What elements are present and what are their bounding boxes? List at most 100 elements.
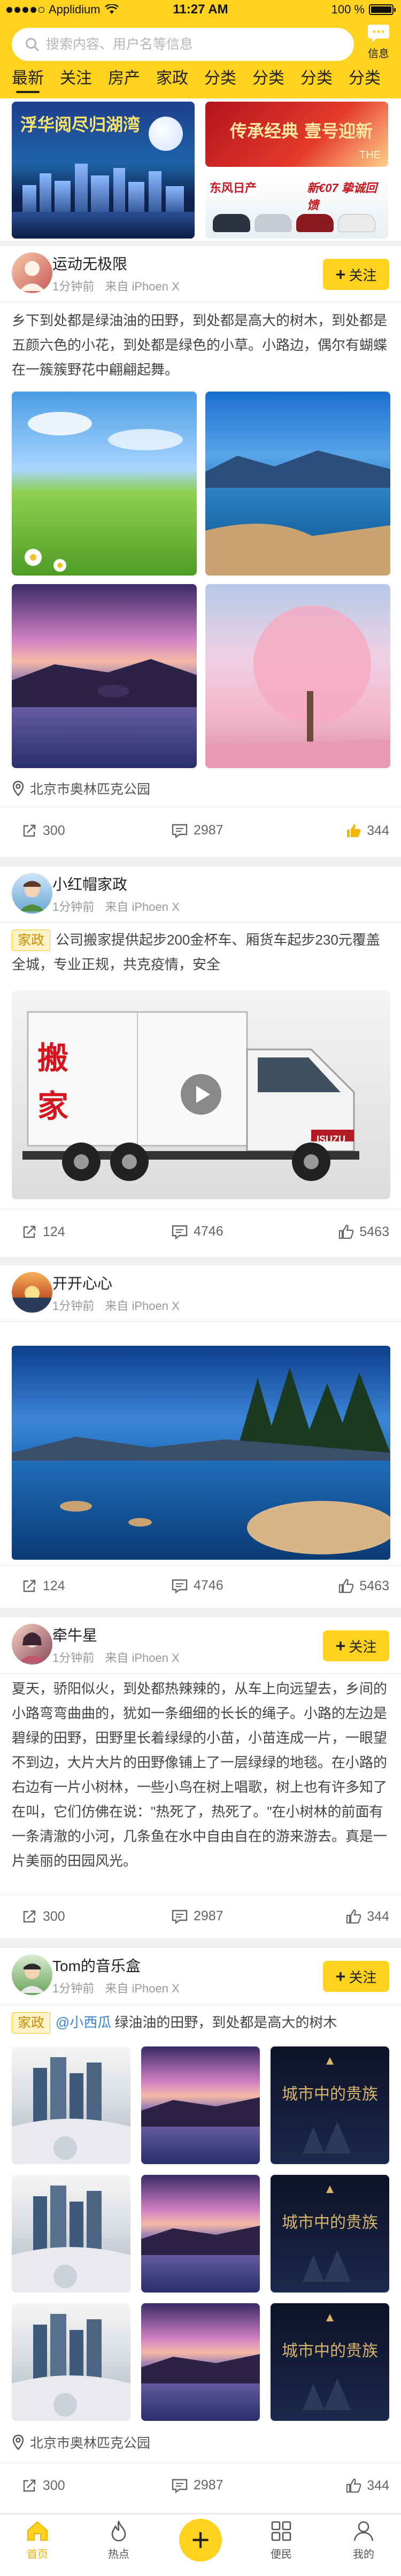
plus-icon: + bbox=[335, 1636, 346, 1655]
tab-category[interactable]: 分类 bbox=[204, 65, 236, 93]
comment-button[interactable]: 2987 bbox=[171, 2478, 223, 2493]
post-image[interactable] bbox=[205, 392, 390, 576]
post-video[interactable]: 搬家 ISUZU bbox=[12, 991, 390, 1199]
post-meta: 1分钟前 来自 iPhoen X bbox=[52, 1297, 187, 1314]
plus-icon: + bbox=[335, 265, 346, 284]
post-card[interactable]: 小红帽家政 1分钟前 来自 iPhoen X 家政 公司搬家提供起步200金杯车、… bbox=[0, 867, 401, 1257]
like-button[interactable]: 344 bbox=[345, 823, 389, 839]
nav-home[interactable]: 首页 bbox=[5, 2520, 70, 2561]
share-count: 124 bbox=[43, 1224, 65, 1239]
post-author[interactable] bbox=[12, 1624, 52, 1665]
banner-promotion[interactable]: 传承经典 壹号迎新 THE bbox=[205, 102, 388, 167]
car-graphic bbox=[338, 214, 375, 232]
user-mention-link[interactable]: @小西瓜 bbox=[56, 2014, 111, 2030]
post-image[interactable] bbox=[141, 2303, 260, 2421]
publish-button[interactable]: + bbox=[179, 2519, 222, 2562]
tab-real-estate[interactable]: 房产 bbox=[108, 65, 140, 93]
comment-button[interactable]: 2987 bbox=[171, 823, 223, 838]
thumbs-up-icon bbox=[339, 1224, 354, 1239]
post-image[interactable] bbox=[12, 2175, 130, 2293]
post-image[interactable] bbox=[12, 584, 197, 768]
category-tag[interactable]: 家政 bbox=[12, 2012, 51, 2034]
author-name[interactable]: 开开心心 bbox=[52, 1272, 112, 1293]
post-image[interactable] bbox=[141, 2175, 260, 2293]
like-button[interactable]: 5463 bbox=[338, 1578, 389, 1594]
follow-button[interactable]: + 关注 bbox=[323, 1630, 389, 1661]
post-meta: 1分钟前 来自 iPhoen X bbox=[52, 277, 187, 294]
avatar[interactable] bbox=[12, 1624, 52, 1665]
post-image[interactable]: 城市中的贵族 bbox=[271, 2175, 389, 2293]
author-name[interactable]: 牵牛星 bbox=[52, 1624, 97, 1645]
post-image[interactable] bbox=[12, 2303, 130, 2421]
avatar[interactable] bbox=[12, 1272, 52, 1313]
tab-housekeeping[interactable]: 家政 bbox=[156, 65, 188, 93]
share-button[interactable]: 124 bbox=[21, 1578, 65, 1594]
banner-car-dealer[interactable]: 东风日产 新€07 挚诚回馈 bbox=[205, 173, 388, 239]
follow-label: 关注 bbox=[349, 1638, 377, 1655]
post-card[interactable]: 牵牛星 1分钟前 来自 iPhoen X + 关注 夏天，骄阳似火，到处都热辣辣的… bbox=[0, 1617, 401, 1938]
post-author[interactable] bbox=[12, 252, 52, 293]
comment-button[interactable]: 2987 bbox=[171, 1908, 223, 1924]
post-actions: 300 2987 344 bbox=[0, 1901, 401, 1934]
post-card[interactable]: 运动无极限 1分钟前 来自 iPhoen X + 关注 乡下到处都是绿油油的田野，… bbox=[0, 246, 401, 857]
post-image[interactable] bbox=[205, 584, 390, 768]
like-button[interactable]: 5463 bbox=[338, 1224, 389, 1240]
banner-real-estate[interactable]: 浮华阅尽归湖湾 bbox=[12, 102, 195, 239]
post-author[interactable] bbox=[12, 873, 52, 914]
post-actions: 124 4746 5463 bbox=[0, 1216, 401, 1249]
post-author[interactable] bbox=[12, 1954, 52, 1995]
nav-hot[interactable]: 热点 bbox=[87, 2520, 151, 2561]
avatar[interactable] bbox=[12, 873, 52, 914]
avatar[interactable] bbox=[12, 252, 52, 293]
avatar[interactable] bbox=[12, 1954, 52, 1995]
search-bar[interactable] bbox=[12, 28, 354, 61]
follow-button[interactable]: + 关注 bbox=[323, 1961, 389, 1992]
post-card[interactable]: Tom的音乐盒 1分钟前 来自 iPhoen X + 关注 家政 @小西瓜 绿油油的田… bbox=[0, 1948, 401, 2513]
like-count: 344 bbox=[367, 823, 389, 838]
location-label: 北京市奥林匹克公园 bbox=[30, 2436, 151, 2451]
tab-latest[interactable]: 最新 bbox=[12, 65, 44, 93]
like-button[interactable]: 344 bbox=[345, 1908, 389, 1925]
tab-category[interactable]: 分类 bbox=[349, 65, 381, 93]
tab-category[interactable]: 分类 bbox=[300, 65, 333, 93]
post-image[interactable] bbox=[12, 2046, 130, 2164]
comment-button[interactable]: 4746 bbox=[171, 1224, 223, 1239]
post-image[interactable] bbox=[12, 392, 197, 576]
tab-category[interactable]: 分类 bbox=[252, 65, 284, 93]
comment-count: 2987 bbox=[194, 1908, 223, 1923]
author-name[interactable]: 运动无极限 bbox=[52, 252, 127, 274]
post-text: 乡下到处都是绿油油的田野，到处都是高大的树木，到处都是五颜六色的小花，到处都是绿… bbox=[12, 312, 388, 378]
post-actions: 124 4746 5463 bbox=[0, 1570, 401, 1604]
post-image[interactable] bbox=[141, 2046, 260, 2164]
author-name[interactable]: Tom的音乐盒 bbox=[52, 1954, 141, 1976]
post-author[interactable] bbox=[12, 1272, 52, 1313]
comment-count: 4746 bbox=[194, 1224, 223, 1239]
share-button[interactable]: 300 bbox=[21, 823, 65, 839]
nav-services[interactable]: 便民 bbox=[249, 2520, 313, 2561]
post-image[interactable]: 城市中的贵族 bbox=[271, 2303, 389, 2421]
truck-signage: 搬家 bbox=[37, 1041, 69, 1124]
post-time: 1分钟前 bbox=[52, 1982, 95, 1995]
comment-button[interactable]: 4746 bbox=[171, 1578, 223, 1593]
post-card[interactable]: 开开心心 1分钟前 来自 iPhoen X 124 4746 5463 bbox=[0, 1266, 401, 1608]
share-icon bbox=[23, 824, 36, 837]
post-location[interactable]: 北京市奥林匹克公园 bbox=[12, 2433, 150, 2452]
nav-profile[interactable]: 我的 bbox=[331, 2520, 396, 2561]
post-actions: 300 2987 344 bbox=[0, 2470, 401, 2503]
messages-button[interactable]: 信息 bbox=[359, 22, 398, 65]
search-input[interactable] bbox=[46, 36, 345, 52]
follow-button[interactable]: + 关注 bbox=[323, 259, 389, 290]
play-icon[interactable] bbox=[181, 1074, 221, 1115]
truck-brand: ISUZU bbox=[317, 1134, 345, 1145]
post-image[interactable]: 城市中的贵族 bbox=[271, 2046, 389, 2164]
post-location[interactable]: 北京市奥林匹克公园 bbox=[12, 779, 150, 798]
category-tag[interactable]: 家政 bbox=[12, 930, 51, 951]
location-pin-icon bbox=[12, 780, 24, 796]
share-button[interactable]: 124 bbox=[21, 1224, 65, 1240]
author-name[interactable]: 小红帽家政 bbox=[52, 873, 127, 894]
like-button[interactable]: 344 bbox=[345, 2478, 389, 2494]
share-button[interactable]: 300 bbox=[21, 1908, 65, 1925]
share-button[interactable]: 300 bbox=[21, 2478, 65, 2494]
tab-following[interactable]: 关注 bbox=[60, 65, 92, 93]
post-image[interactable] bbox=[12, 1346, 390, 1560]
